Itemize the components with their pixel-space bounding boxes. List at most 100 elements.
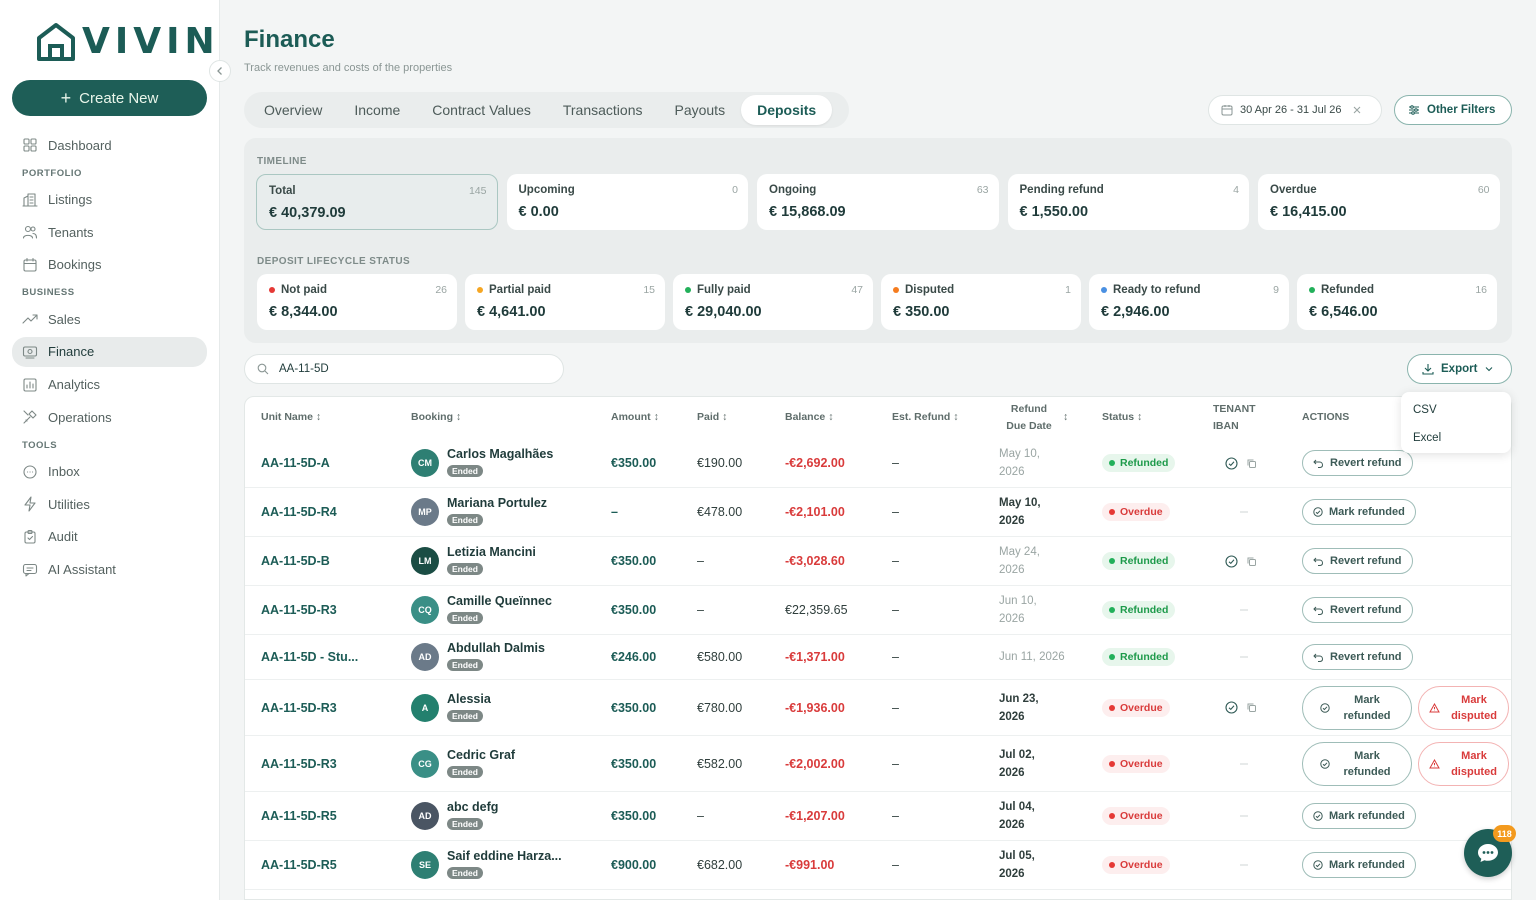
tab-transactions[interactable]: Transactions xyxy=(547,95,659,125)
finance-tabs: Overview Income Contract Values Transaction… xyxy=(244,92,849,128)
unit-name-link[interactable]: AA-11-5D - Stu... xyxy=(261,650,358,664)
timeline-card-ongoing[interactable]: Ongoing 63 € 15,868.09 xyxy=(757,174,999,230)
col-unit-name[interactable]: Unit Name ↕ xyxy=(261,409,321,426)
copy-icon[interactable] xyxy=(1246,702,1257,713)
copy-icon[interactable] xyxy=(1246,458,1257,469)
status-cell: Overdue xyxy=(1102,736,1170,791)
action-label: Mark refunded xyxy=(1343,749,1391,778)
unit-name-link[interactable]: AA-11-5D-A xyxy=(261,456,330,470)
est-refund-cell: – xyxy=(892,488,899,536)
sort-refund-due-icon[interactable]: ↕ xyxy=(1063,409,1068,426)
sidebar-item-bookings[interactable]: Bookings xyxy=(12,250,207,280)
sidebar-item-ai-assistant[interactable]: AI Assistant xyxy=(12,555,207,585)
tab-overview[interactable]: Overview xyxy=(248,95,338,125)
create-new-button[interactable]: + Create New xyxy=(12,80,207,116)
mark-refunded-button[interactable]: Mark refunded xyxy=(1302,852,1416,878)
timeline-card-overdue[interactable]: Overdue 60 € 16,415.00 xyxy=(1258,174,1500,230)
date-range-filter[interactable]: 30 Apr 26 - 31 Jul 26 xyxy=(1208,95,1382,125)
revert-refund-button[interactable]: Revert refund xyxy=(1302,450,1413,476)
export-option-csv[interactable]: CSV xyxy=(1401,396,1511,424)
table-row[interactable]: AA-11-5D - Stu... AD Abdullah Dalmis Ended €… xyxy=(245,635,1511,680)
sidebar-item-tenants[interactable]: Tenants xyxy=(12,217,207,247)
lifecycle-card-not-paid[interactable]: Not paid 26 € 8,344.00 xyxy=(257,274,457,330)
lifecycle-card-disputed[interactable]: Disputed 1 € 350.00 xyxy=(881,274,1081,330)
tenant-name: Camille Queïnnec xyxy=(447,594,552,608)
table-row[interactable]: AA-11-5D-R3 A Alessia Ended €350.00 €780.00 -€… xyxy=(245,680,1511,736)
sidebar-item-utilities[interactable]: Utilities xyxy=(12,489,207,519)
lifecycle-card-fully-paid[interactable]: Fully paid 47 € 29,040.00 xyxy=(673,274,873,330)
mark-refunded-button[interactable]: Mark refunded xyxy=(1302,685,1412,730)
est-refund-value: – xyxy=(892,809,899,823)
copy-icon[interactable] xyxy=(1246,556,1257,567)
tab-income[interactable]: Income xyxy=(338,95,416,125)
sidebar-item-operations[interactable]: Operations xyxy=(12,402,207,432)
revert-refund-button[interactable]: Revert refund xyxy=(1302,597,1413,623)
lifecycle-card-partial-paid[interactable]: Partial paid 15 € 4,641.00 xyxy=(465,274,665,330)
booking-cell[interactable]: AD Abdullah Dalmis Ended xyxy=(411,635,545,679)
booking-cell[interactable]: AD abc defg Ended xyxy=(411,792,498,840)
timeline-card-pending-refund[interactable]: Pending refund 4 € 1,550.00 xyxy=(1007,174,1249,230)
collapse-sidebar-button[interactable] xyxy=(209,60,231,82)
col-status[interactable]: Status ↕ xyxy=(1102,409,1142,426)
sidebar-item-label: Tenants xyxy=(48,224,94,240)
unit-name-link[interactable]: AA-11-5D-R3 xyxy=(261,603,337,617)
sidebar-item-finance[interactable]: Finance xyxy=(12,336,207,367)
lifecycle-card-ready-to-refund[interactable]: Ready to refund 9 € 2,946.00 xyxy=(1089,274,1289,330)
booking-cell[interactable]: MP Mariana Portulez Ended xyxy=(411,488,547,536)
revert-refund-button[interactable]: Revert refund xyxy=(1302,548,1413,574)
col-est-refund[interactable]: Est. Refund ↕ xyxy=(892,409,959,426)
table-row[interactable]: AA-11-5D-R3 CQ Camille Queïnnec Ended €350.0… xyxy=(245,586,1511,635)
timeline-card-total[interactable]: Total 145 € 40,379.09 xyxy=(256,174,498,230)
unit-name-link[interactable]: AA-11-5D-R5 xyxy=(261,809,337,823)
table-row[interactable]: AA-11-5D-R5 SE Saif eddine Harza... Ended €9… xyxy=(245,841,1511,890)
timeline-card-upcoming[interactable]: Upcoming 0 € 0.00 xyxy=(506,174,748,230)
unit-name-link[interactable]: AA-11-5D-R5 xyxy=(261,858,337,872)
mark-disputed-button[interactable]: Mark disputed xyxy=(1418,741,1509,786)
house-logo-icon xyxy=(37,23,75,61)
booking-cell[interactable]: LM Letizia Mancini Ended xyxy=(411,537,536,585)
table-row[interactable]: AA-11-5D-R5 AD abc defg Ended €350.00 – -€1,20… xyxy=(245,792,1511,841)
table-row[interactable]: AA-11-5D-R3 CG Cedric Graf Ended €350.00 €582… xyxy=(245,736,1511,792)
action-label: Mark refunded xyxy=(1343,693,1391,722)
table-row[interactable]: AA-11-5D-B LM Letizia Mancini Ended €350.00 –… xyxy=(245,537,1511,586)
export-option-excel[interactable]: Excel xyxy=(1401,424,1511,452)
sidebar-item-analytics[interactable]: Analytics xyxy=(12,370,207,400)
booking-cell[interactable]: SE Saif eddine Harza... Ended xyxy=(411,841,562,889)
mark-disputed-button[interactable]: Mark disputed xyxy=(1418,685,1509,730)
booking-cell[interactable]: CQ Camille Queïnnec Ended xyxy=(411,586,552,634)
unit-name-link[interactable]: AA-11-5D-R3 xyxy=(261,701,337,715)
lifecycle-card-refunded[interactable]: Refunded 16 € 6,546.00 xyxy=(1297,274,1497,330)
close-icon[interactable] xyxy=(1353,106,1361,114)
table-row[interactable]: AA-11-5D-R4 MP Mariana Portulez Ended – €478.… xyxy=(245,488,1511,537)
tools-icon xyxy=(22,409,38,425)
sidebar-item-listings[interactable]: Listings xyxy=(12,185,207,215)
revert-refund-button[interactable]: Revert refund xyxy=(1302,644,1413,670)
unit-name-link[interactable]: AA-11-5D-B xyxy=(261,554,330,568)
col-paid[interactable]: Paid ↕ xyxy=(697,409,727,426)
other-filters-button[interactable]: Other Filters xyxy=(1394,95,1512,125)
mark-refunded-button[interactable]: Mark refunded xyxy=(1302,741,1412,786)
unit-name-link[interactable]: AA-11-5D-R4 xyxy=(261,505,337,519)
col-amount[interactable]: Amount ↕ xyxy=(611,409,659,426)
table-row[interactable]: AA-11-5D-A CM Carlos Magalhães Ended €350.00… xyxy=(245,439,1511,488)
status-dot-icon xyxy=(1109,558,1115,564)
tab-payouts[interactable]: Payouts xyxy=(658,95,741,125)
booking-cell[interactable]: CG Cedric Graf Ended xyxy=(411,736,515,791)
search-input[interactable]: AA-11-5D xyxy=(244,354,564,384)
tab-deposits[interactable]: Deposits xyxy=(741,95,833,125)
sidebar-item-inbox[interactable]: Inbox xyxy=(12,457,207,487)
booking-cell[interactable]: A Alessia Ended xyxy=(411,680,491,735)
col-balance[interactable]: Balance ↕ xyxy=(785,409,833,426)
sidebar-item-dashboard[interactable]: Dashboard xyxy=(12,130,207,160)
tab-contract-values[interactable]: Contract Values xyxy=(416,95,547,125)
booking-cell[interactable]: CM Carlos Magalhães Ended xyxy=(411,439,553,487)
logo[interactable]: VIVIN xyxy=(36,22,220,62)
col-booking[interactable]: Booking ↕ xyxy=(411,409,461,426)
unit-name-link[interactable]: AA-11-5D-R3 xyxy=(261,757,337,771)
sidebar-item-audit[interactable]: Audit xyxy=(12,522,207,552)
col-refund-due-date[interactable]: Refund Due Date xyxy=(999,401,1059,435)
mark-refunded-button[interactable]: Mark refunded xyxy=(1302,499,1416,525)
mark-refunded-button[interactable]: Mark refunded xyxy=(1302,803,1416,829)
sidebar-item-sales[interactable]: Sales xyxy=(12,304,207,334)
export-button[interactable]: Export xyxy=(1407,354,1512,384)
